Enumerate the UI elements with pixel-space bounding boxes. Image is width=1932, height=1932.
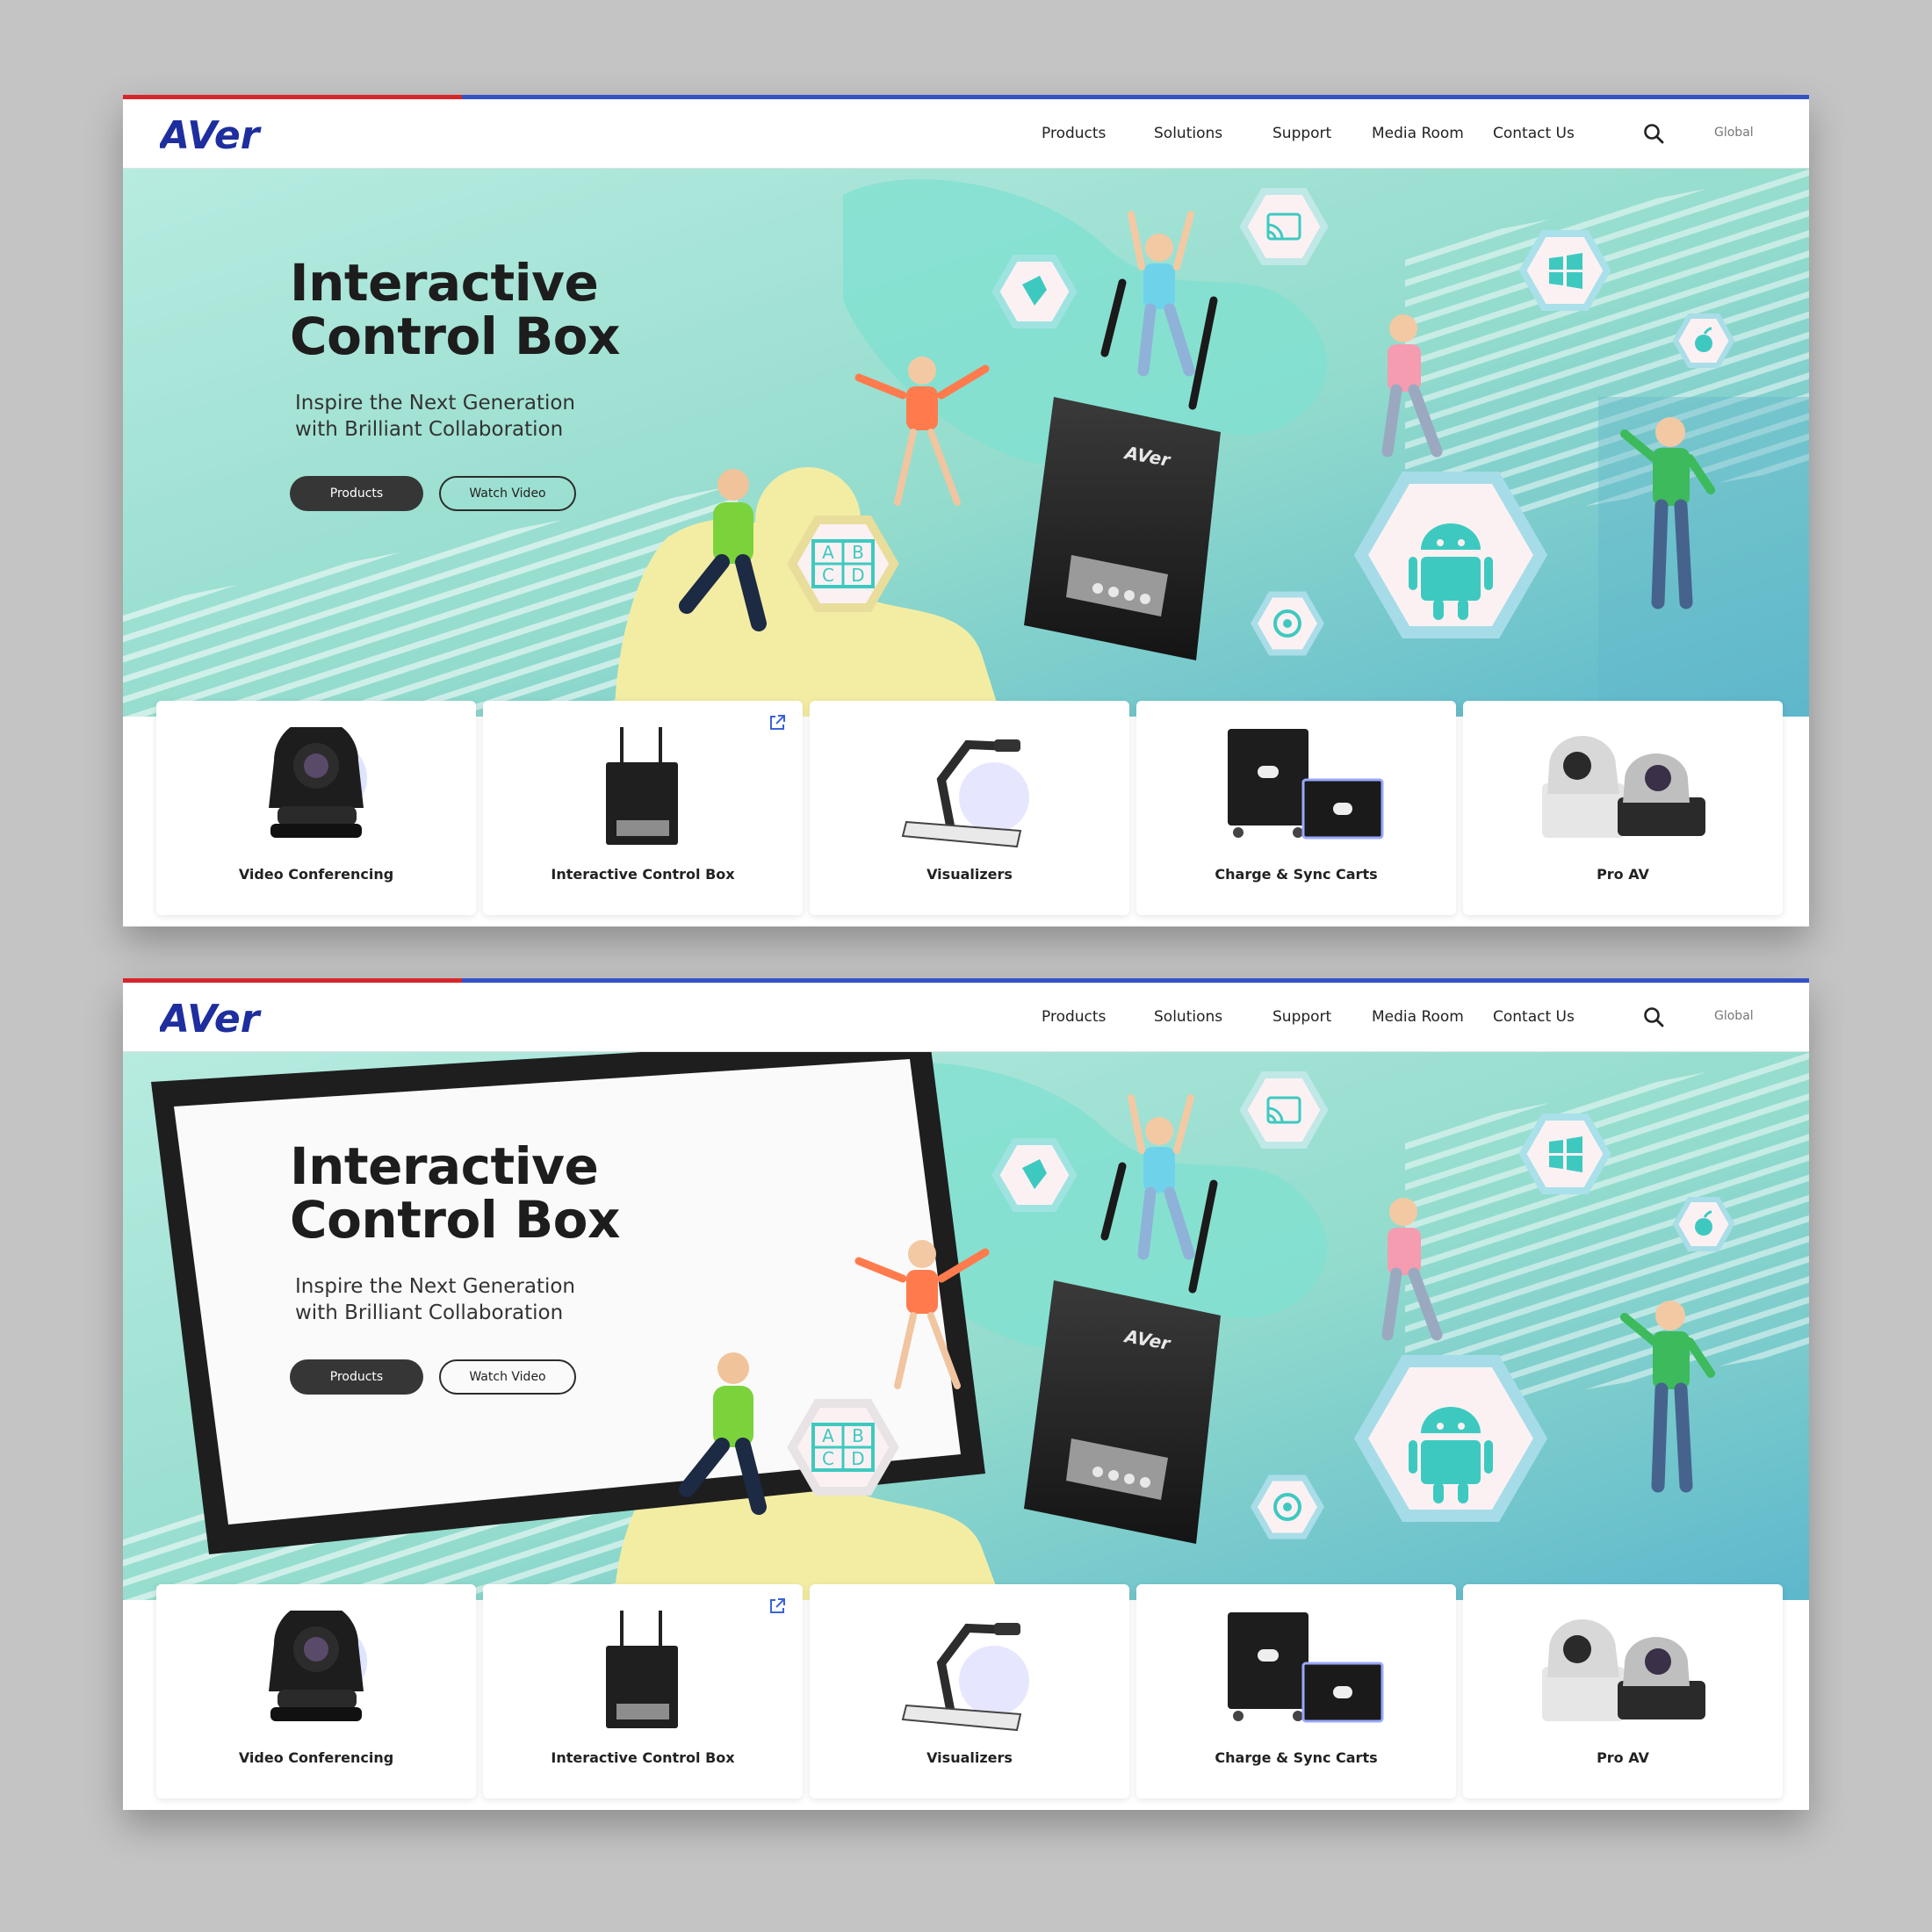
region-selector[interactable]: Global (1714, 983, 1754, 1050)
product-category-cards: Video Conferencing Interactive Control B… (156, 701, 1783, 917)
tag-icon (991, 1138, 1078, 1212)
card-label: Visualizers (926, 1749, 1013, 1766)
card-interactive-control-box[interactable]: Interactive Control Box (483, 1584, 803, 1799)
hero-title: Interactive Control Box (290, 1136, 620, 1250)
control-box-icon (606, 727, 678, 845)
watch-video-button[interactable]: Watch Video (439, 476, 576, 511)
hero-copy: Interactive Control Box Inspire the Next … (290, 1140, 694, 1398)
watch-video-button[interactable]: Watch Video (439, 1359, 576, 1395)
svg-text:B: B (852, 1425, 864, 1446)
search-icon[interactable] (1642, 1006, 1665, 1028)
hero-title: Interactive Control Box (290, 253, 620, 366)
android-icon (1353, 472, 1548, 638)
nav-media-room[interactable]: Media Room (1372, 983, 1464, 1052)
apple-icon (1672, 314, 1735, 368)
svg-text:C: C (822, 565, 834, 586)
card-pro-av[interactable]: Pro AV (1463, 1584, 1783, 1799)
svg-text:A: A (822, 1425, 834, 1446)
hero-subtitle: Inspire the Next Generation with Brillian… (295, 392, 576, 441)
cast-icon (1239, 188, 1329, 265)
card-label: Video Conferencing (238, 1749, 394, 1766)
card-label: Visualizers (926, 866, 1013, 883)
hero-copy: Interactive Control Box Inspire the Next … (290, 256, 694, 515)
products-button[interactable]: Products (290, 476, 423, 511)
card-label: Video Conferencing (238, 866, 394, 883)
chrome-icon (1250, 1474, 1325, 1539)
card-charge-sync-carts[interactable]: Charge & Sync Carts (1136, 1584, 1456, 1799)
windows-icon (1518, 1114, 1611, 1194)
nav-solutions[interactable]: Solutions (1154, 99, 1222, 169)
main-nav: Products Solutions Support Media Room Co… (123, 99, 1809, 169)
tag-icon (991, 255, 1078, 328)
nav-support[interactable]: Support (1272, 99, 1331, 169)
card-visualizers[interactable]: Visualizers (810, 1584, 1129, 1799)
cast-icon (1239, 1071, 1329, 1149)
svg-text:B: B (852, 542, 864, 563)
card-charge-sync-carts[interactable]: Charge & Sync Carts (1136, 701, 1456, 915)
pro-av-camera-icon (1542, 736, 1705, 838)
card-visualizers[interactable]: Visualizers (810, 701, 1129, 915)
nav-media-room[interactable]: Media Room (1372, 99, 1464, 169)
windows-icon (1518, 230, 1611, 311)
control-box-icon (606, 1611, 678, 1728)
svg-text:D: D (851, 565, 864, 586)
region-selector[interactable]: Global (1714, 99, 1754, 167)
card-label: Pro AV (1597, 1749, 1649, 1766)
nav-contact-us[interactable]: Contact Us (1493, 983, 1575, 1052)
abcd-grid-icon: A B C D (787, 515, 899, 612)
document-camera-icon (901, 739, 1029, 848)
card-interactive-control-box[interactable]: Interactive Control Box (483, 701, 803, 915)
card-label: Interactive Control Box (551, 866, 735, 883)
document-camera-icon (901, 1623, 1029, 1732)
main-nav: Products Solutions Support Media Room Co… (123, 983, 1809, 1052)
hero-banner: AVer A B C D Interactive Control Box Ins… (123, 1052, 1809, 1600)
charging-cart-icon (1228, 1612, 1384, 1723)
svg-text:A: A (822, 542, 834, 563)
nav-solutions[interactable]: Solutions (1154, 983, 1222, 1052)
hero-subtitle: Inspire the Next Generation with Brillian… (295, 1275, 576, 1324)
site-header: AVer Products Solutions Support Media Ro… (123, 99, 1809, 169)
search-icon[interactable] (1642, 122, 1665, 145)
card-video-conferencing[interactable]: Video Conferencing (156, 1584, 476, 1799)
card-label: Charge & Sync Carts (1215, 1749, 1378, 1766)
product-category-cards: Video Conferencing Interactive Control B… (156, 1584, 1783, 1800)
card-pro-av[interactable]: Pro AV (1463, 701, 1783, 915)
card-label: Interactive Control Box (551, 1749, 735, 1766)
ptz-camera-icon (269, 727, 367, 838)
screenshot-variant-b: AVer Products Solutions Support Media Ro… (123, 978, 1809, 1810)
nav-products[interactable]: Products (1042, 983, 1106, 1052)
nav-support[interactable]: Support (1272, 983, 1331, 1052)
nav-products[interactable]: Products (1042, 99, 1106, 169)
ptz-camera-icon (269, 1611, 367, 1721)
site-header: AVer Products Solutions Support Media Ro… (123, 983, 1809, 1052)
hero-banner: AVer A B C D Interactive Control Box Ins… (123, 169, 1809, 717)
svg-text:D: D (851, 1448, 864, 1469)
card-label: Charge & Sync Carts (1215, 866, 1378, 883)
card-video-conferencing[interactable]: Video Conferencing (156, 701, 476, 915)
abcd-grid-icon: A B C D (787, 1399, 899, 1496)
pro-av-camera-icon (1542, 1619, 1705, 1721)
chrome-icon (1250, 591, 1325, 656)
screenshot-variant-a: AVer Products Solutions Support Media Ro… (123, 95, 1809, 926)
card-label: Pro AV (1597, 866, 1649, 883)
android-icon (1353, 1355, 1548, 1522)
charging-cart-icon (1228, 729, 1384, 840)
svg-text:C: C (822, 1448, 834, 1469)
apple-icon (1672, 1197, 1735, 1251)
products-button[interactable]: Products (290, 1359, 423, 1395)
nav-contact-us[interactable]: Contact Us (1493, 99, 1575, 169)
